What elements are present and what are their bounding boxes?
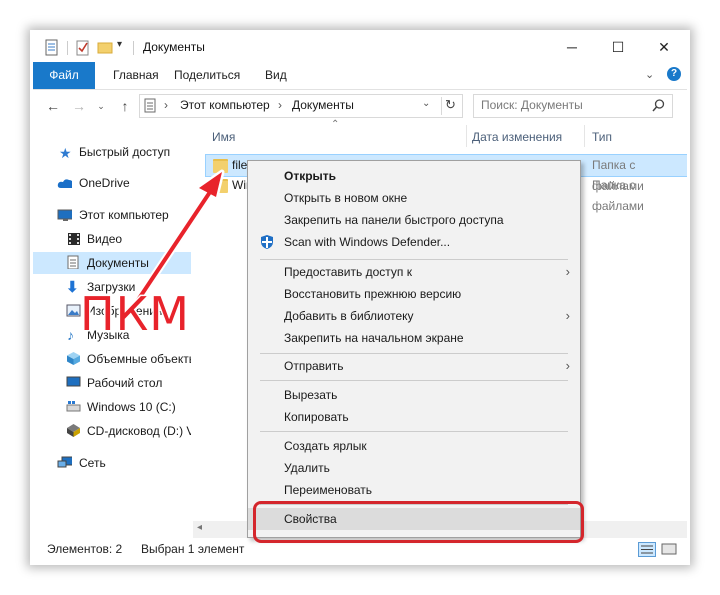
annotation-label: ПКМ (79, 286, 191, 343)
